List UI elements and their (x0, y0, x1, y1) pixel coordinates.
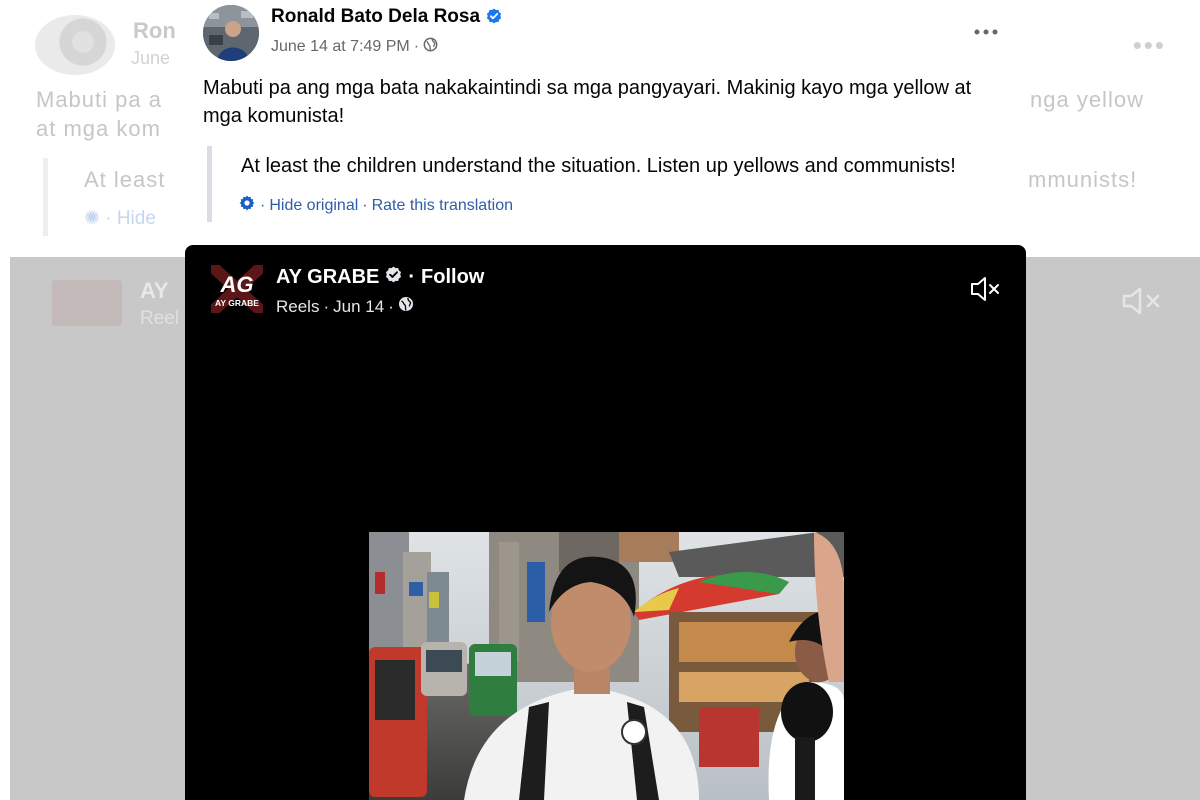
follow-button[interactable]: Follow (421, 266, 484, 289)
background-translation-line: At least (84, 167, 166, 192)
globe-icon (423, 37, 438, 57)
background-post-date: June (131, 48, 171, 68)
background-page-name: AY (140, 278, 169, 303)
hide-original-link[interactable]: Hide original (269, 197, 358, 215)
verified-badge-icon (385, 266, 402, 289)
background-quote-bar (43, 158, 48, 236)
background-text-line: Mabuti pa a (36, 87, 162, 112)
page-name[interactable]: AY GRABE (276, 266, 379, 289)
author-name[interactable]: Ronald Bato Dela Rosa (271, 6, 502, 30)
mute-button[interactable] (970, 274, 1002, 304)
link-separator: · (362, 196, 368, 214)
link-separator: · (260, 196, 266, 214)
translation-block: At least the children understand the sit… (207, 146, 1012, 222)
page-logo[interactable]: AG AY GRABE (209, 263, 265, 315)
background-mute-icon (1120, 286, 1164, 321)
reel-type-link[interactable]: Reels (276, 297, 319, 317)
post-meta: June 14 at 7:49 PM · (271, 37, 438, 57)
background-page-logo (52, 280, 122, 326)
verified-badge-icon (486, 8, 502, 30)
muted-speaker-icon (970, 277, 1002, 308)
more-options-button[interactable] (971, 18, 1001, 44)
background-reel-meta: Reel (140, 308, 180, 329)
background-more-icon: ••• (1132, 30, 1166, 60)
meta-separator: · (413, 38, 420, 55)
author-avatar[interactable] (203, 5, 259, 61)
post-text: Mabuti pa ang mga bata nakakaintindi sa … (203, 77, 972, 127)
rate-translation-link[interactable]: Rate this translation (372, 197, 513, 215)
background-translation-line: mmunists! (1028, 167, 1138, 192)
background-avatar (35, 15, 115, 75)
globe-icon (398, 296, 414, 317)
reel-header: AY GRABE · Follow (276, 266, 484, 289)
gear-icon (238, 194, 256, 217)
svg-text:AY GRABE: AY GRABE (215, 298, 259, 308)
translated-text: At least the children understand the sit… (241, 155, 956, 177)
background-gear-icon: ✺ (84, 208, 100, 229)
background-hide-link: ✺ · Hide (84, 208, 156, 229)
title-separator: · (408, 266, 416, 288)
translation-actions: · Hide original · Rate this translation (238, 194, 513, 217)
reel-meta: Reels · Jun 14 · (276, 296, 414, 317)
background-author-name: Ron (133, 18, 176, 43)
meta-separator: · (388, 296, 394, 316)
post-card: Ronald Bato Dela Rosa June 14 at 7:49 PM… (185, 0, 1026, 245)
video-frame[interactable] (369, 532, 844, 800)
more-options-icon (974, 22, 998, 40)
reel-date[interactable]: Jun 14 (333, 297, 384, 317)
svg-text:AG: AG (220, 272, 254, 297)
background-text-line: at mga kom (36, 116, 161, 141)
post-timestamp[interactable]: June 14 at 7:49 PM (271, 38, 410, 56)
meta-separator: · (323, 296, 330, 316)
reel-player[interactable]: AG AY GRABE AY GRABE · Follow Reels · Ju… (185, 245, 1026, 800)
background-text-line: nga yellow (1030, 87, 1144, 112)
